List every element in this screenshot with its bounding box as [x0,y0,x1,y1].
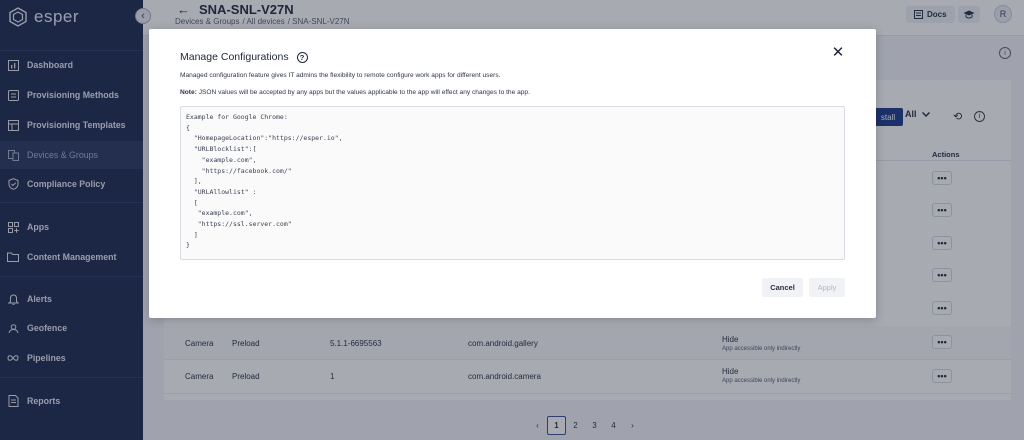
modal-description: Managed configuration feature gives IT a… [180,72,501,79]
note-text: JSON values will be accepted by any apps… [196,89,530,96]
modal-note: Note: JSON values will be accepted by an… [180,89,530,96]
modal-title-text: Manage Configurations [180,51,289,63]
cancel-button[interactable]: Cancel [762,278,803,297]
apply-button[interactable]: Apply [809,278,845,297]
modal-title: Manage Configurations ? [180,51,308,63]
json-config-textarea[interactable]: Example for Google Chrome: { "HomepageLo… [180,106,845,260]
close-icon[interactable]: ✕ [830,44,846,61]
help-icon[interactable]: ? [296,51,308,63]
note-label: Note: [180,89,197,96]
manage-configurations-modal: Manage Configurations ? ✕ Managed config… [149,29,876,318]
